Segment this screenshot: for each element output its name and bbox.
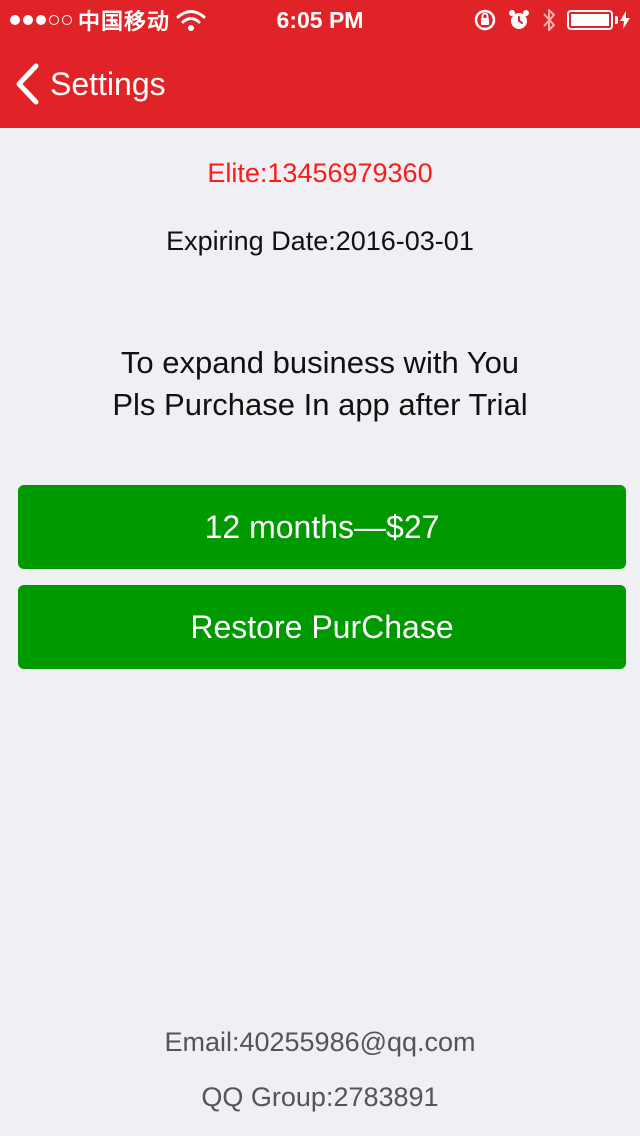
- settings-screen: 中国移动 6:05 PM Settings Elite:13456979360 …: [0, 0, 640, 1136]
- contact-email: Email:40255986@qq.com: [164, 1027, 476, 1057]
- bluetooth-icon: [543, 9, 555, 31]
- chevron-left-icon: [16, 63, 39, 105]
- battery-icon: [567, 10, 630, 30]
- rotation-lock-icon: [474, 9, 496, 31]
- status-right: [473, 6, 630, 34]
- restore-button-label: Restore PurChase: [190, 608, 454, 645]
- qq-group: QQ Group:2783891: [201, 1082, 439, 1112]
- navigation-bar: Settings: [0, 40, 640, 128]
- promo-line-1: To expand business with You: [120, 345, 520, 380]
- back-button-label: Settings: [50, 65, 166, 102]
- promo-line-2: Pls Purchase In app after Trial: [112, 387, 528, 422]
- purchase-12-months-button[interactable]: 12 months—$27: [18, 485, 626, 569]
- charging-bolt-icon: [620, 11, 630, 29]
- header: 中国移动 6:05 PM Settings: [0, 0, 640, 128]
- promo-message: To expand business with You Pls Purchase…: [0, 342, 640, 426]
- status-bar: 中国移动 6:05 PM: [0, 0, 640, 40]
- expiring-date: Expiring Date:2016-03-01: [166, 226, 474, 256]
- alarm-icon: [509, 10, 529, 29]
- restore-purchase-button[interactable]: Restore PurChase: [18, 585, 626, 669]
- elite-account-number: Elite:13456979360: [207, 158, 433, 188]
- back-button[interactable]: Settings: [14, 58, 166, 110]
- purchase-button-label: 12 months—$27: [204, 508, 440, 545]
